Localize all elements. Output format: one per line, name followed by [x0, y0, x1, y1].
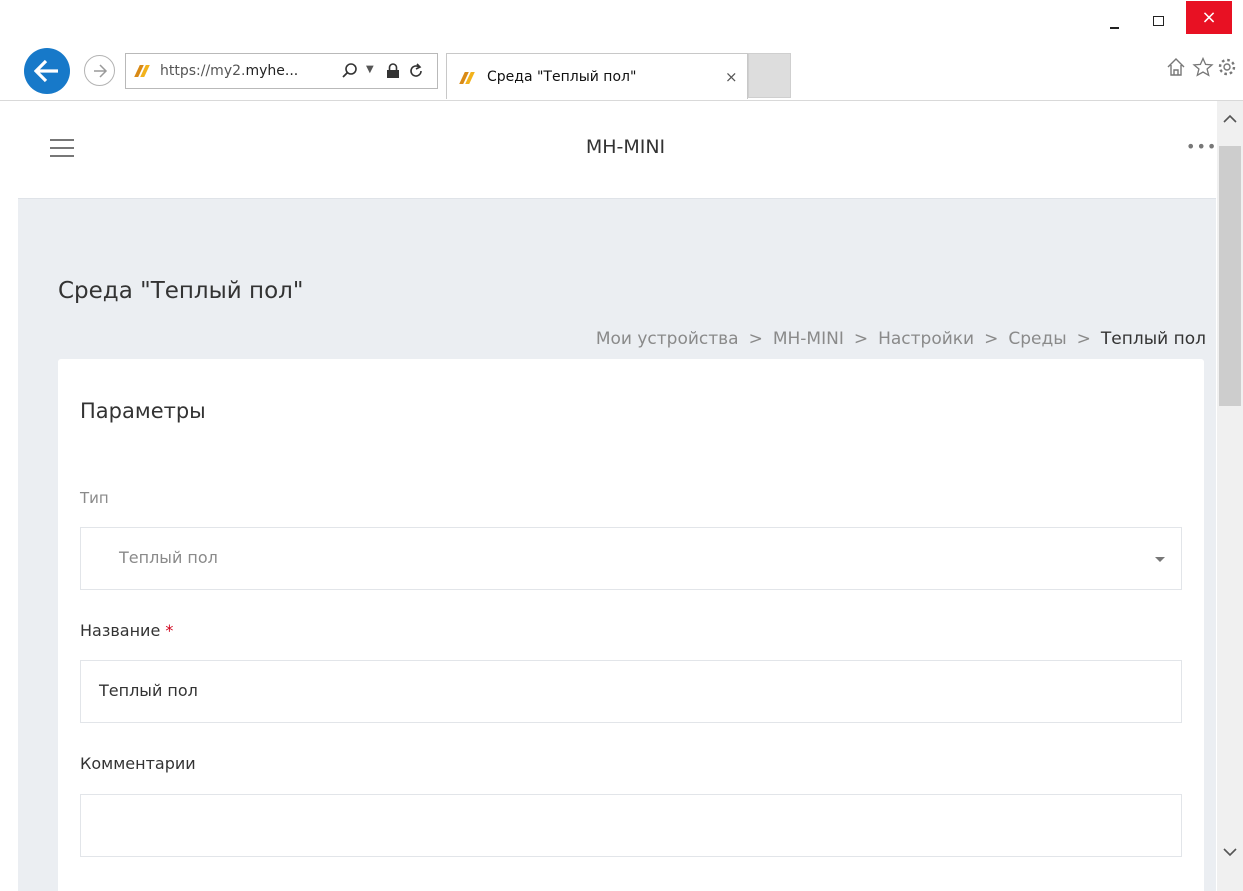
- comments-label: Комментарии: [80, 754, 196, 773]
- type-label: Тип: [80, 489, 109, 507]
- type-select-value: Теплый пол: [119, 548, 218, 567]
- type-select[interactable]: Теплый пол: [80, 527, 1182, 590]
- breadcrumb-item-environments[interactable]: Среды: [1008, 329, 1066, 349]
- breadcrumb-item-device[interactable]: MH-MINI: [773, 329, 844, 349]
- scrollbar-thumb[interactable]: [1219, 146, 1241, 406]
- tab-close-icon[interactable]: ×: [725, 68, 738, 86]
- required-marker: *: [165, 621, 174, 640]
- breadcrumb: Мои устройства > MH-MINI > Настройки > Среды > Т…: [596, 329, 1206, 349]
- name-input-value: Теплый пол: [99, 681, 198, 700]
- address-text[interactable]: https://my2.myhe...: [160, 63, 298, 79]
- search-icon[interactable]: [341, 62, 359, 80]
- new-tab-button[interactable]: [748, 53, 791, 98]
- refresh-icon[interactable]: [408, 62, 424, 80]
- name-input[interactable]: Теплый пол: [80, 660, 1182, 723]
- favorites-star-icon[interactable]: [1192, 57, 1214, 77]
- browser-tab[interactable]: Среда "Теплый пол" ×: [446, 53, 748, 99]
- page-viewport: MH-MINI ••• Среда "Теплый пол" Мои устро…: [18, 101, 1216, 891]
- tab-title: Среда "Теплый пол": [487, 69, 637, 85]
- settings-gear-icon[interactable]: [1217, 57, 1237, 77]
- breadcrumb-item-settings[interactable]: Настройки: [878, 329, 974, 349]
- vertical-scrollbar[interactable]: [1217, 101, 1243, 891]
- more-options-icon[interactable]: •••: [1186, 137, 1216, 156]
- back-button[interactable]: [24, 48, 70, 94]
- section-title: Параметры: [80, 399, 206, 423]
- lock-icon[interactable]: [386, 63, 400, 79]
- breadcrumb-separator-icon: >: [984, 329, 999, 349]
- address-bar[interactable]: https://my2.myhe... ▼: [125, 53, 438, 89]
- breadcrumb-current: Теплый пол: [1100, 329, 1206, 349]
- site-favicon-icon: [134, 64, 150, 78]
- window-maximize-button[interactable]: [1142, 8, 1176, 34]
- breadcrumb-separator-icon: >: [853, 329, 869, 349]
- tab-favicon-icon: [459, 71, 475, 85]
- home-icon[interactable]: [1166, 57, 1186, 77]
- address-dropdown-icon[interactable]: ▼: [366, 64, 374, 75]
- window-minimize-button[interactable]: [1098, 8, 1132, 34]
- scroll-down-icon[interactable]: [1222, 846, 1238, 858]
- breadcrumb-item-my-devices[interactable]: Мои устройства: [596, 329, 739, 349]
- breadcrumb-separator-icon: >: [748, 329, 763, 349]
- scroll-up-icon[interactable]: [1222, 113, 1238, 125]
- back-arrow-icon: [34, 59, 58, 83]
- window-close-button[interactable]: ×: [1186, 1, 1232, 34]
- forward-arrow-icon: [94, 64, 108, 78]
- chevron-down-icon: [1155, 557, 1165, 562]
- comments-input[interactable]: [80, 794, 1182, 857]
- parameters-card: Параметры Тип Теплый пол Название * Тепл…: [58, 359, 1204, 891]
- page-title: Среда "Теплый пол": [58, 278, 304, 304]
- app-title: MH-MINI: [585, 136, 666, 158]
- name-label: Название *: [80, 621, 174, 640]
- breadcrumb-separator-icon: >: [1076, 329, 1091, 349]
- forward-button[interactable]: [84, 55, 115, 86]
- browser-chrome: × https://my2.myhe... ▼ Среда "Теплый по…: [0, 0, 1243, 101]
- app-header: MH-MINI •••: [18, 101, 1216, 199]
